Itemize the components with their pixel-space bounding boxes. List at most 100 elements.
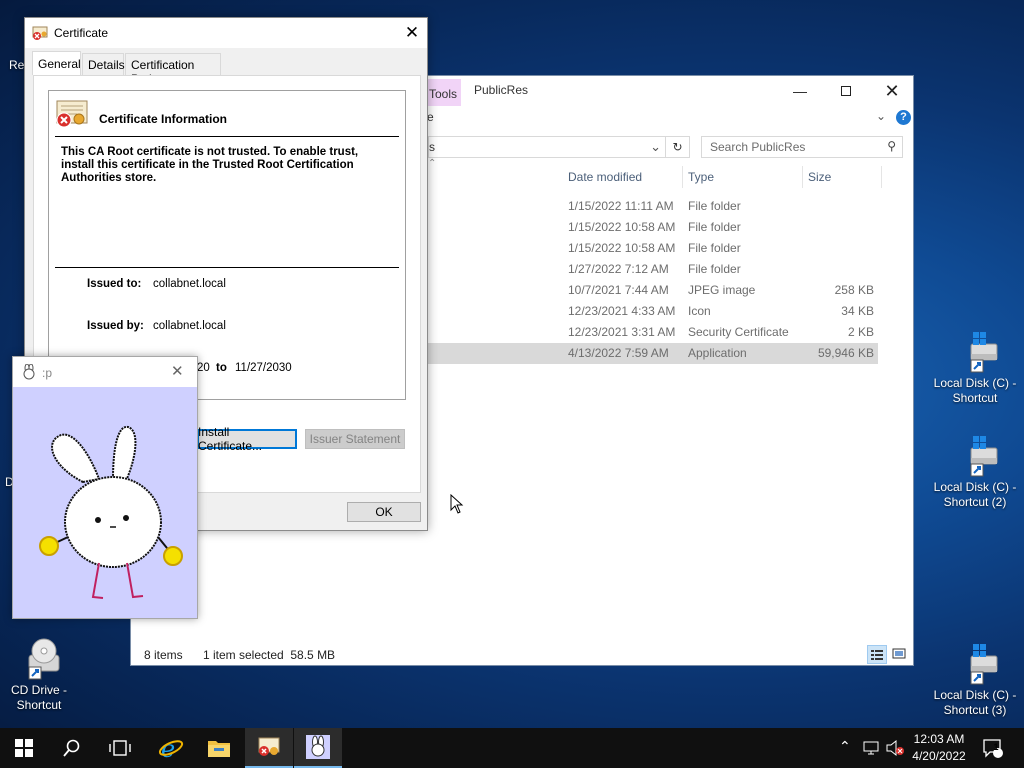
- tab-general[interactable]: General: [32, 51, 81, 75]
- ribbon-expand-icon[interactable]: ⌄: [876, 109, 886, 123]
- close-icon: ✕: [404, 23, 420, 42]
- desktop-icon-cd-drive-shortcut[interactable]: CD Drive - Shortcut: [0, 637, 82, 713]
- row-type: File folder: [688, 262, 741, 276]
- row-size: 59,946 KB: [817, 346, 874, 360]
- search-icon: [63, 739, 80, 757]
- image-viewer-window[interactable]: :p ✕: [12, 356, 198, 619]
- file-list-row[interactable]: 1/27/2022 7:12 AM File folder: [428, 259, 878, 280]
- taskbar-clock[interactable]: 12:03 AM 4/20/2022: [904, 731, 974, 765]
- desktop-partial-label-top: Re: [9, 58, 25, 72]
- file-list-row[interactable]: 1/15/2022 11:11 AM File folder: [428, 196, 878, 217]
- search-input[interactable]: Search PublicRes ⚲: [701, 136, 903, 158]
- clock-time: 12:03 AM: [913, 732, 965, 746]
- refresh-button[interactable]: ↻: [666, 136, 690, 158]
- file-list-row[interactable]: 12/23/2021 3:31 AM Security Certificate 2 …: [428, 322, 878, 343]
- issued-by-label: Issued by:: [87, 320, 144, 332]
- status-selection: 1 item selected 58.5 MB: [203, 648, 336, 662]
- row-size: 258 KB: [834, 283, 874, 297]
- large-icons-view-button[interactable]: [890, 645, 910, 664]
- row-type: Security Certificate: [688, 325, 789, 339]
- help-icon[interactable]: ?: [896, 110, 911, 125]
- search-icon: ⚲: [887, 139, 896, 153]
- search-placeholder: Search PublicRes: [710, 140, 806, 154]
- details-view-icon: [871, 650, 883, 660]
- certificate-titlebar[interactable]: Certificate ✕: [25, 18, 427, 48]
- task-view-icon: [109, 740, 131, 756]
- desktop-icon-local-disk-shortcut-2[interactable]: Local Disk (C) - Shortcut (2): [932, 434, 1018, 510]
- file-list-row[interactable]: 1/15/2022 10:58 AM File folder: [428, 238, 878, 259]
- row-date-modified: 4/13/2022 7:59 AM: [568, 346, 669, 360]
- show-hidden-icons-chevron-icon[interactable]: ⌃: [839, 738, 851, 755]
- row-type: File folder: [688, 241, 741, 255]
- column-header-date[interactable]: Date modified: [562, 166, 683, 188]
- taskbar: e ⌃ 12:03 AM 4/20/2022 1: [0, 728, 1024, 768]
- taskbar-internet-explorer[interactable]: e: [147, 728, 195, 768]
- action-center-button[interactable]: 1: [978, 728, 1008, 768]
- file-list-row[interactable]: 4/13/2022 7:59 AM Application 59,946 KB: [428, 343, 878, 364]
- network-icon[interactable]: [862, 739, 880, 760]
- drive-shortcut-icon: [951, 434, 999, 478]
- row-type: JPEG image: [688, 283, 756, 297]
- ribbon-tools-tab[interactable]: Tools: [427, 79, 461, 106]
- certificate-info-heading: Certificate Information: [99, 112, 228, 126]
- notification-count: 1: [993, 742, 999, 752]
- file-list-row[interactable]: 1/15/2022 10:58 AM File folder: [428, 217, 878, 238]
- row-date-modified: 12/23/2021 3:31 AM: [568, 325, 676, 339]
- image-viewer-close-button[interactable]: ✕: [171, 362, 184, 380]
- folder-icon: [208, 741, 230, 757]
- install-certificate-button[interactable]: Install Certificate...: [197, 425, 297, 453]
- address-bar[interactable]: s ⌄: [428, 136, 666, 158]
- row-date-modified: 12/23/2021 4:33 AM: [568, 304, 676, 318]
- close-button[interactable]: ✕: [869, 76, 915, 106]
- close-icon: ✕: [884, 80, 900, 101]
- task-view-button[interactable]: [96, 728, 144, 768]
- row-date-modified: 1/27/2022 7:12 AM: [568, 262, 669, 276]
- column-header-type[interactable]: Type: [682, 166, 803, 188]
- windows-logo-icon: [15, 739, 33, 757]
- details-view-button[interactable]: [867, 645, 887, 664]
- bunny-app-icon: [306, 735, 330, 759]
- minimize-button[interactable]: —: [777, 76, 823, 106]
- certificate-close-button[interactable]: ✕: [397, 20, 427, 46]
- tab-details[interactable]: Details: [82, 53, 125, 75]
- cd-drive-icon: [15, 637, 63, 681]
- row-type: File folder: [688, 220, 741, 234]
- sort-arrow-icon: ⌃: [428, 158, 437, 169]
- status-item-count: 8 items: [144, 648, 183, 662]
- issued-to-value: collabnet.local: [153, 278, 226, 290]
- desktop-icon-label: Local Disk (C) - Shortcut: [933, 376, 1017, 405]
- image-viewer-titlebar[interactable]: :p ✕: [13, 357, 197, 387]
- taskbar-certificate[interactable]: [245, 728, 293, 768]
- row-type: Application: [688, 346, 747, 360]
- drive-shortcut-icon: [951, 642, 999, 686]
- chevron-down-icon[interactable]: ⌄: [650, 139, 661, 155]
- valid-from-partial: 20: [197, 362, 210, 374]
- clock-date: 4/20/2022: [912, 749, 966, 763]
- taskbar-file-explorer[interactable]: [195, 728, 243, 768]
- taskbar-bunny-app[interactable]: [294, 728, 342, 768]
- address-text: s: [429, 140, 435, 154]
- file-list-row[interactable]: 10/7/2021 7:44 AM JPEG image 258 KB: [428, 280, 878, 301]
- certificate-title: Certificate: [54, 26, 109, 40]
- volume-muted-icon[interactable]: [885, 739, 905, 760]
- image-viewer-title: :p: [42, 366, 53, 380]
- maximize-button[interactable]: [823, 76, 869, 106]
- divider: [55, 136, 399, 137]
- issuer-statement-button[interactable]: Issuer Statement: [305, 429, 405, 449]
- maximize-icon: [841, 86, 851, 96]
- valid-to-value: 11/27/2030: [235, 362, 292, 374]
- issued-by-value: collabnet.local: [153, 320, 226, 332]
- certificate-warning-icon: [55, 99, 89, 132]
- start-button[interactable]: [0, 728, 48, 768]
- desktop-icon-local-disk-shortcut-3[interactable]: Local Disk (C) - Shortcut (3): [932, 642, 1018, 718]
- certificate-trust-warning: This CA Root certificate is not trusted.…: [61, 146, 359, 184]
- search-button[interactable]: [48, 728, 96, 768]
- tab-certification-path[interactable]: Certification Path: [125, 53, 221, 86]
- large-icons-view-icon: [892, 648, 906, 659]
- certificate-title-icon: [32, 25, 48, 44]
- desktop-icon-local-disk-shortcut[interactable]: Local Disk (C) - Shortcut: [932, 330, 1018, 406]
- ok-button[interactable]: OK: [347, 502, 421, 522]
- file-list-row[interactable]: 12/23/2021 4:33 AM Icon 34 KB: [428, 301, 878, 322]
- column-header-size[interactable]: Size: [802, 166, 882, 188]
- divider: [55, 267, 399, 268]
